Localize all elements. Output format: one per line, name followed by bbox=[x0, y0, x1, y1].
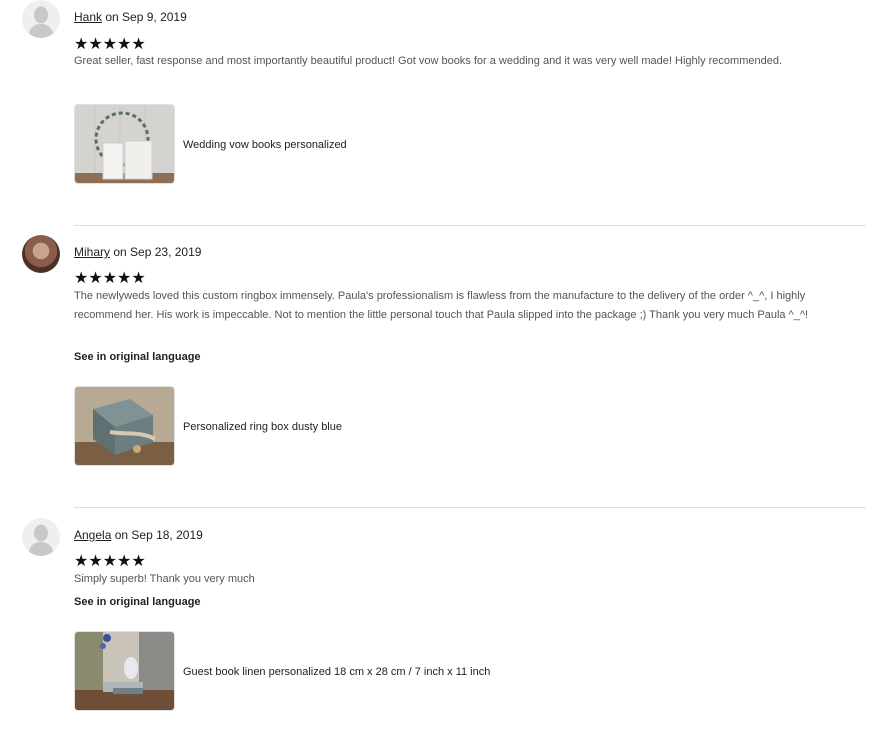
review-date: on Sep 23, 2019 bbox=[113, 245, 202, 259]
person-silhouette-icon bbox=[28, 6, 54, 38]
review-text: Great seller, fast response and most imp… bbox=[74, 55, 783, 67]
reviewer-name-link[interactable]: Angela bbox=[74, 528, 111, 542]
see-original-language-link[interactable]: See in original language bbox=[74, 596, 201, 608]
guest-book-image bbox=[75, 632, 174, 710]
product-thumbnail[interactable] bbox=[74, 104, 175, 184]
reviewer-name-link[interactable]: Hank bbox=[74, 10, 102, 24]
avatar[interactable] bbox=[22, 0, 60, 38]
product-link[interactable]: Wedding vow books personalized bbox=[183, 139, 347, 151]
star-rating: ★★★★★ bbox=[74, 270, 146, 287]
review-date: on Sep 9, 2019 bbox=[105, 10, 187, 24]
review-meta: Mihary on Sep 23, 2019 bbox=[74, 245, 201, 259]
ring-box-image bbox=[75, 387, 174, 465]
review-text: The newlyweds loved this custom ringbox … bbox=[74, 290, 809, 321]
product-thumbnail[interactable] bbox=[74, 386, 175, 466]
review-divider bbox=[74, 225, 866, 226]
person-silhouette-icon bbox=[28, 524, 54, 556]
product-link[interactable]: Personalized ring box dusty blue bbox=[183, 421, 342, 433]
review-date: on Sep 18, 2019 bbox=[114, 528, 203, 542]
product-link[interactable]: Guest book linen personalized 18 cm x 28… bbox=[183, 666, 490, 678]
avatar[interactable] bbox=[22, 235, 60, 273]
reviewer-name-link[interactable]: Mihary bbox=[74, 245, 110, 259]
review-meta: Angela on Sep 18, 2019 bbox=[74, 528, 203, 542]
see-original-language-link[interactable]: See in original language bbox=[74, 351, 201, 363]
star-rating: ★★★★★ bbox=[74, 36, 146, 53]
product-thumbnail[interactable] bbox=[74, 631, 175, 711]
star-rating: ★★★★★ bbox=[74, 553, 146, 570]
review-divider bbox=[74, 507, 866, 508]
avatar[interactable] bbox=[22, 518, 60, 556]
review-meta: Hank on Sep 9, 2019 bbox=[74, 10, 187, 24]
review-text: Simply superb! Thank you very much bbox=[74, 573, 255, 585]
vow-books-image bbox=[75, 105, 174, 183]
